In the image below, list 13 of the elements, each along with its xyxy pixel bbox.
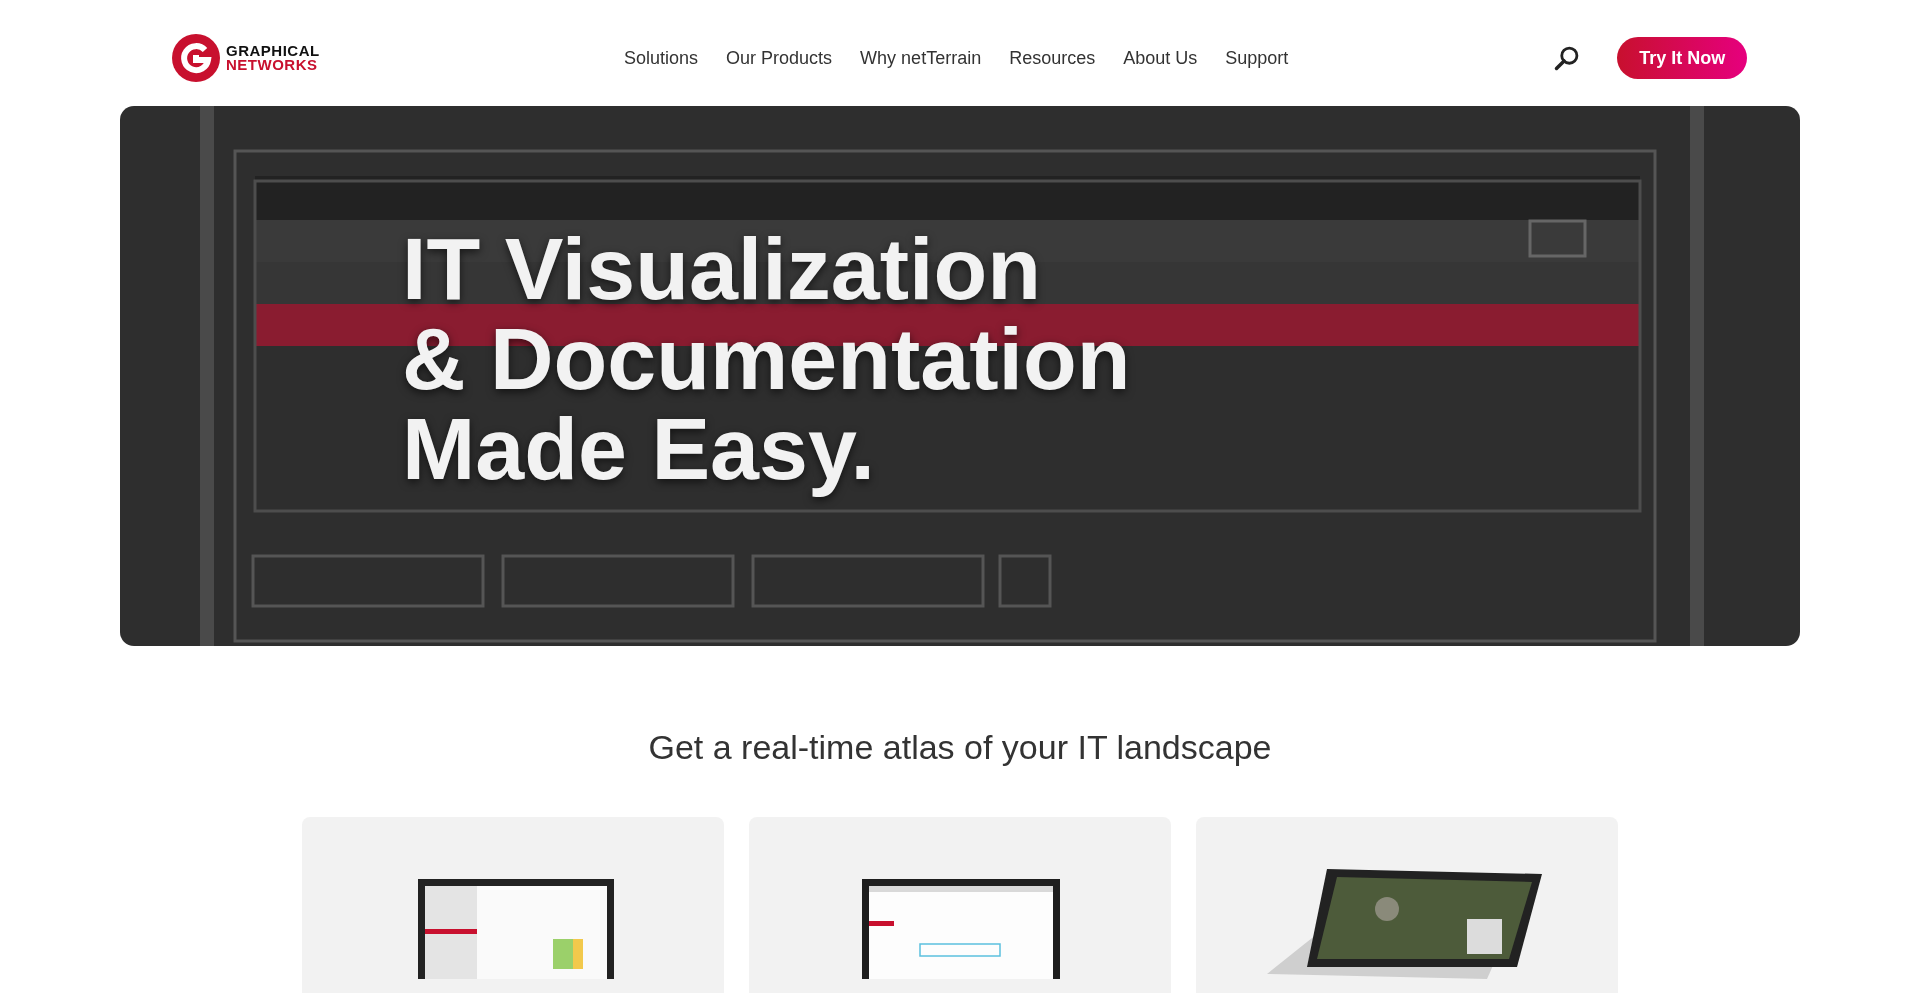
nav-link[interactable]: Why netTerrain (860, 47, 982, 69)
nav-link[interactable]: Our Products (726, 47, 833, 69)
logo-text: GRAPHICAL (226, 44, 320, 58)
nav-link[interactable]: Resources (1009, 47, 1096, 69)
nav-link[interactable]: About Us (1123, 47, 1198, 69)
hero-title: & Documentation (402, 314, 1131, 404)
nav-link[interactable]: Solutions (624, 47, 699, 69)
hero-title: IT Visualization (402, 224, 1042, 314)
section-heading: Get a real-time atlas of your IT landscape (647, 728, 1273, 767)
logo-icon (172, 34, 220, 82)
logo-text: NETWORKS (226, 58, 319, 72)
nav-link[interactable]: Support (1225, 47, 1289, 69)
try-it-now-button[interactable]: Try It Now (1617, 37, 1748, 79)
